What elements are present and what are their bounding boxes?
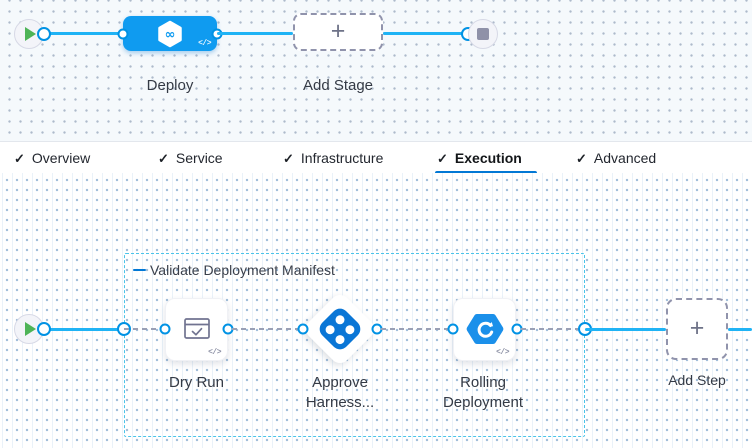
connector-line	[44, 328, 124, 331]
stage-config-tabs: ✓ Overview ✓ Service ✓ Infrastructure ✓ …	[0, 141, 752, 173]
tab-label: Overview	[32, 150, 90, 166]
approval-icon-dot	[324, 323, 337, 336]
approval-icon-dot	[344, 323, 357, 336]
step-label-rolling: Rolling Deployment	[430, 373, 536, 413]
add-stage-label: Add Stage	[293, 76, 383, 96]
step-label-line: Approve	[295, 373, 385, 393]
check-icon: ✓	[14, 152, 25, 165]
connector-point[interactable]	[118, 29, 129, 40]
connector-point[interactable]	[160, 324, 171, 335]
stage-node-deploy[interactable]: ∞ </>	[123, 16, 217, 51]
tab-execution[interactable]: ✓ Execution	[437, 142, 522, 174]
plus-icon: +	[690, 316, 705, 341]
collapse-dash-icon	[133, 269, 146, 272]
stage-canvas: ∞ </> + Deploy Add Stage	[0, 0, 752, 141]
approval-icon-dot	[334, 313, 347, 326]
connector-dashed-line	[521, 328, 578, 330]
tab-label: Execution	[455, 150, 522, 166]
pipeline-editor: ∞ </> + Deploy Add Stage ✓ Overview ✓ Se…	[0, 0, 752, 448]
connector-point[interactable]	[298, 324, 309, 335]
step-group-title: Validate Deployment Manifest	[150, 262, 335, 278]
step-dry-run[interactable]: </>	[165, 298, 228, 361]
tab-overview[interactable]: ✓ Overview	[14, 142, 90, 174]
add-step-button[interactable]: +	[666, 298, 728, 360]
connector-dashed-line	[381, 328, 449, 330]
stage-label-deploy: Deploy	[123, 76, 217, 96]
step-group-header[interactable]: Validate Deployment Manifest	[133, 262, 335, 278]
play-icon	[25, 322, 36, 336]
stop-icon	[477, 28, 489, 40]
step-rolling-deployment[interactable]: </>	[453, 298, 516, 361]
connector-dashed-line	[232, 328, 300, 330]
step-label-line: Dry Run	[160, 373, 233, 393]
code-icon: </>	[198, 39, 211, 48]
check-icon: ✓	[437, 152, 448, 165]
connector-point[interactable]	[448, 324, 459, 335]
dry-run-icon	[183, 317, 211, 342]
tab-infrastructure[interactable]: ✓ Infrastructure	[283, 142, 383, 174]
add-step-label: Add Step	[661, 370, 733, 390]
tab-advanced[interactable]: ✓ Advanced	[576, 142, 656, 174]
connector-line	[217, 32, 293, 35]
tab-label: Infrastructure	[301, 150, 383, 166]
step-label-dry-run: Dry Run	[160, 373, 233, 393]
code-icon: </>	[496, 348, 509, 357]
step-label-line: Deployment	[430, 393, 536, 413]
check-icon: ✓	[283, 152, 294, 165]
step-label-line: Harness...	[295, 393, 385, 413]
check-icon: ✓	[576, 152, 587, 165]
tab-service[interactable]: ✓ Service	[158, 142, 223, 174]
harness-approval-icon	[316, 305, 364, 353]
pipeline-end-node[interactable]	[468, 19, 498, 49]
svg-text:∞: ∞	[165, 27, 176, 42]
tab-label: Advanced	[594, 150, 656, 166]
step-label-line: Rolling	[430, 373, 536, 393]
play-icon	[25, 27, 36, 41]
connector-line	[585, 328, 666, 331]
tab-label: Service	[176, 150, 223, 166]
execution-canvas: Validate Deployment Manifest </>	[0, 173, 752, 448]
step-label-approve: Approve Harness...	[295, 373, 385, 413]
rolling-deployment-icon	[466, 313, 504, 347]
harness-cd-icon: ∞	[155, 19, 185, 49]
approval-icon-dot	[334, 333, 347, 346]
code-icon: </>	[208, 348, 221, 357]
add-stage-button[interactable]: +	[293, 13, 383, 51]
plus-icon: +	[331, 19, 346, 44]
connector-point[interactable]	[37, 322, 51, 336]
connector-line	[728, 328, 752, 331]
check-icon: ✓	[158, 152, 169, 165]
connector-point[interactable]	[37, 27, 51, 41]
connector-line	[44, 32, 124, 35]
connector-line	[383, 32, 468, 35]
